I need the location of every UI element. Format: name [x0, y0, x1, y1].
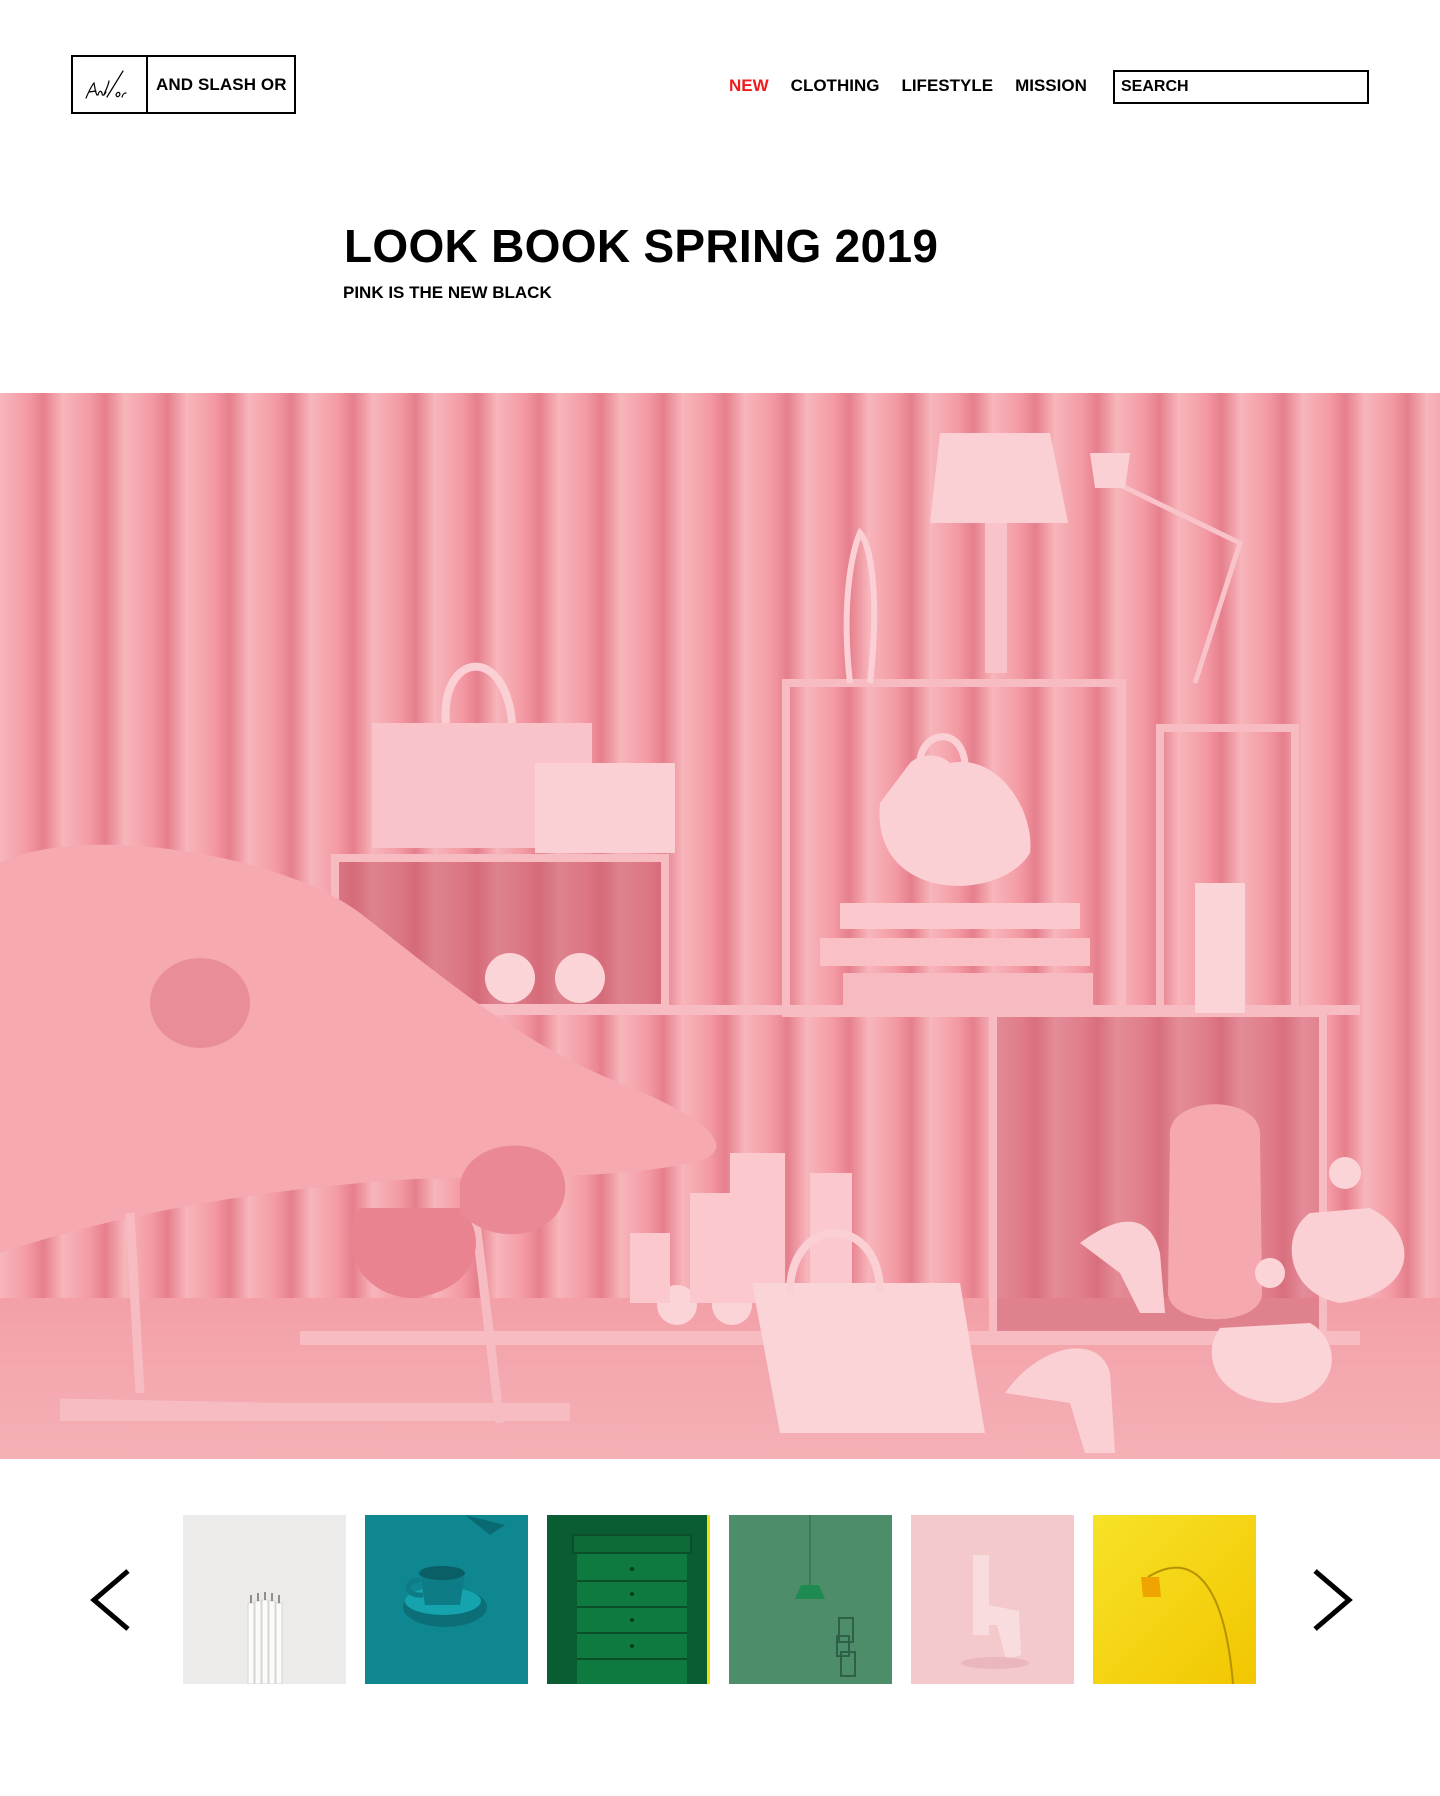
logo-mark	[73, 57, 148, 112]
chevron-right-icon	[1313, 1569, 1353, 1631]
thumbnail-green-lamp[interactable]	[729, 1515, 892, 1684]
nav-item-new[interactable]: NEW	[729, 75, 769, 97]
green-pendant-lamp-image	[729, 1515, 892, 1684]
nav-item-mission[interactable]: MISSION	[1015, 75, 1087, 97]
white-candles-image	[183, 1515, 346, 1684]
thumbnail-strip	[183, 1515, 1256, 1684]
logo-script-icon	[84, 69, 127, 99]
page-subtitle: PINK IS THE NEW BLACK	[343, 283, 552, 302]
main-nav: NEW CLOTHING LIFESTYLE MISSION	[729, 75, 1109, 97]
thumbnail-teal-teacup[interactable]	[365, 1515, 528, 1684]
thumbnail-yellow-lamp[interactable]	[1093, 1515, 1256, 1684]
yellow-floor-lamp-image	[1093, 1515, 1256, 1684]
brand-logo[interactable]: AND SLASH OR	[71, 55, 296, 114]
thumbnail-white-candles[interactable]	[183, 1515, 346, 1684]
page: AND SLASH OR NEW CLOTHING LIFESTYLE MISS…	[0, 0, 1440, 1796]
carousel-prev-button[interactable]	[88, 1567, 138, 1633]
nav-item-clothing[interactable]: CLOTHING	[791, 75, 880, 97]
chevron-left-icon	[90, 1569, 130, 1631]
thumbnail-green-cabinet[interactable]	[547, 1515, 710, 1684]
page-title: LOOK BOOK SPRING 2019	[344, 220, 939, 272]
search-input[interactable]	[1113, 70, 1369, 104]
brand-name: AND SLASH OR	[156, 74, 287, 94]
nav-item-lifestyle[interactable]: LIFESTYLE	[901, 75, 993, 97]
teal-teacup-image	[365, 1515, 528, 1684]
hero-image	[0, 393, 1440, 1459]
pink-still-life-image	[0, 393, 1440, 1459]
thumbnail-pink-pistol[interactable]	[911, 1515, 1074, 1684]
carousel-next-button[interactable]	[1305, 1567, 1355, 1633]
pink-pistol-image	[911, 1515, 1074, 1684]
green-drawer-cabinet-image	[547, 1515, 710, 1684]
